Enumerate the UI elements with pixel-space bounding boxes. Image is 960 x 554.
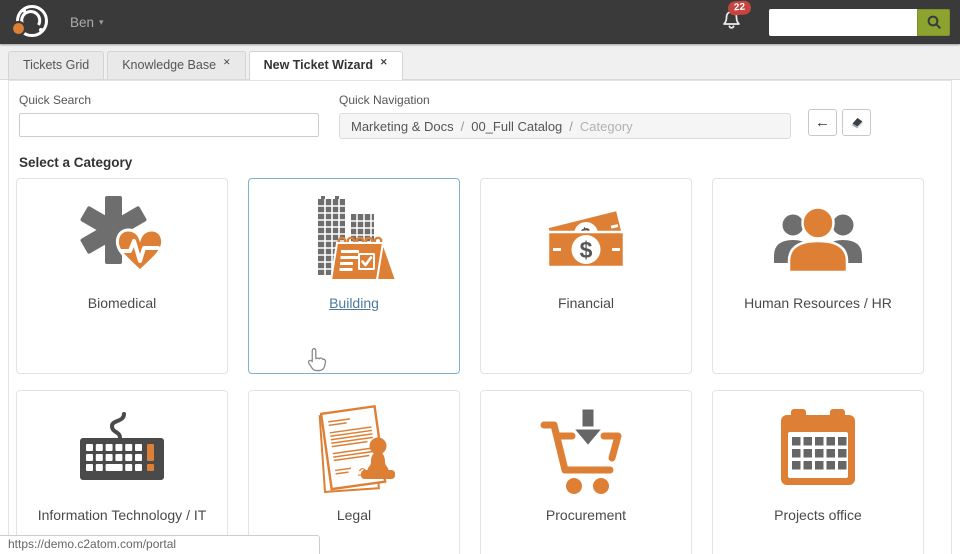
close-icon[interactable]: ✕ <box>223 57 231 67</box>
tab-label: Tickets Grid <box>23 58 90 72</box>
category-label: Biomedical <box>87 295 157 311</box>
breadcrumb-item-marketing-docs[interactable]: Marketing & Docs <box>351 119 454 134</box>
global-search <box>769 8 950 36</box>
legal-icon <box>318 404 395 494</box>
hr-icon <box>772 206 864 274</box>
nav-buttons: ← <box>808 109 871 136</box>
category-label: Human Resources / HR <box>744 295 892 311</box>
category-card-legal[interactable]: Legal <box>248 390 460 554</box>
quick-search-label: Quick Search <box>19 93 92 107</box>
quick-navigation-label: Quick Navigation <box>339 93 430 107</box>
financial-icon: $ $ <box>545 208 627 269</box>
toolbar-row: Quick Search Quick Navigation Marketing … <box>9 81 951 147</box>
close-icon[interactable]: ✕ <box>380 57 388 67</box>
breadcrumb-item-category: Category <box>579 118 633 134</box>
breadcrumb-separator: / <box>569 118 573 134</box>
category-label: Procurement <box>545 507 627 523</box>
search-button[interactable] <box>917 8 950 36</box>
c2atom-logo-icon <box>10 5 48 37</box>
clear-button[interactable] <box>842 109 871 136</box>
notification-count-badge: 22 <box>727 0 752 16</box>
wizard-panel: Quick Search Quick Navigation Marketing … <box>8 80 952 554</box>
projects-office-icon <box>781 409 855 485</box>
category-label: Projects office <box>774 507 862 523</box>
building-icon <box>318 196 398 281</box>
notifications-button[interactable]: 22 <box>720 0 752 36</box>
global-search-input[interactable] <box>769 8 917 36</box>
chevron-down-icon: ▾ <box>99 16 104 27</box>
category-card-building[interactable]: Building <box>248 178 460 374</box>
category-card-hr[interactable]: Human Resources / HR <box>712 178 924 374</box>
tab-label: New Ticket Wizard <box>263 58 374 72</box>
back-button[interactable]: ← <box>808 109 837 136</box>
category-grid: Biomedical Building $ Financial Human Re… <box>16 178 944 554</box>
category-label: Financial <box>557 295 615 311</box>
tab-strip: Tickets Grid Knowledge Base ✕ New Ticket … <box>0 44 960 80</box>
category-card-biomedical[interactable]: Biomedical <box>16 178 228 374</box>
biomedical-icon <box>80 196 165 274</box>
quick-navigation-field: Quick Navigation Marketing & Docs / 00_F… <box>339 91 791 139</box>
eraser-icon <box>852 118 862 129</box>
breadcrumb-item-full-catalog[interactable]: 00_Full Catalog <box>471 119 562 134</box>
category-label: Legal <box>336 507 372 523</box>
search-icon <box>927 15 941 29</box>
quick-search-input[interactable] <box>19 113 319 137</box>
breadcrumb: Marketing & Docs / 00_Full Catalog / Cat… <box>339 113 791 139</box>
status-bar-url: https://demo.c2atom.com/portal <box>0 535 320 554</box>
category-label: Building <box>329 295 379 311</box>
category-card-it[interactable]: Information Technology / IT <box>16 390 228 554</box>
tab-label: Knowledge Base <box>122 58 217 72</box>
tab-tickets-grid[interactable]: Tickets Grid <box>8 51 105 79</box>
it-icon <box>80 412 164 480</box>
category-label: Information Technology / IT <box>37 507 207 523</box>
procurement-icon <box>540 406 622 494</box>
category-card-projects-office[interactable]: Projects office <box>712 390 924 554</box>
top-bar: Ben ▾ 22 <box>0 0 960 44</box>
category-card-financial[interactable]: $ $ Financial <box>480 178 692 374</box>
svg-text:$: $ <box>580 237 593 263</box>
user-name: Ben <box>70 14 95 30</box>
arrow-left-icon: ← <box>815 114 830 131</box>
quick-search-field: Quick Search <box>19 91 319 137</box>
page-title: Select a Category <box>19 155 133 170</box>
category-card-procurement[interactable]: Procurement <box>480 390 692 554</box>
tab-knowledge-base[interactable]: Knowledge Base ✕ <box>107 51 246 79</box>
tab-new-ticket-wizard[interactable]: New Ticket Wizard ✕ <box>248 51 403 80</box>
user-menu[interactable]: Ben ▾ <box>70 15 104 30</box>
breadcrumb-separator: / <box>460 118 465 134</box>
